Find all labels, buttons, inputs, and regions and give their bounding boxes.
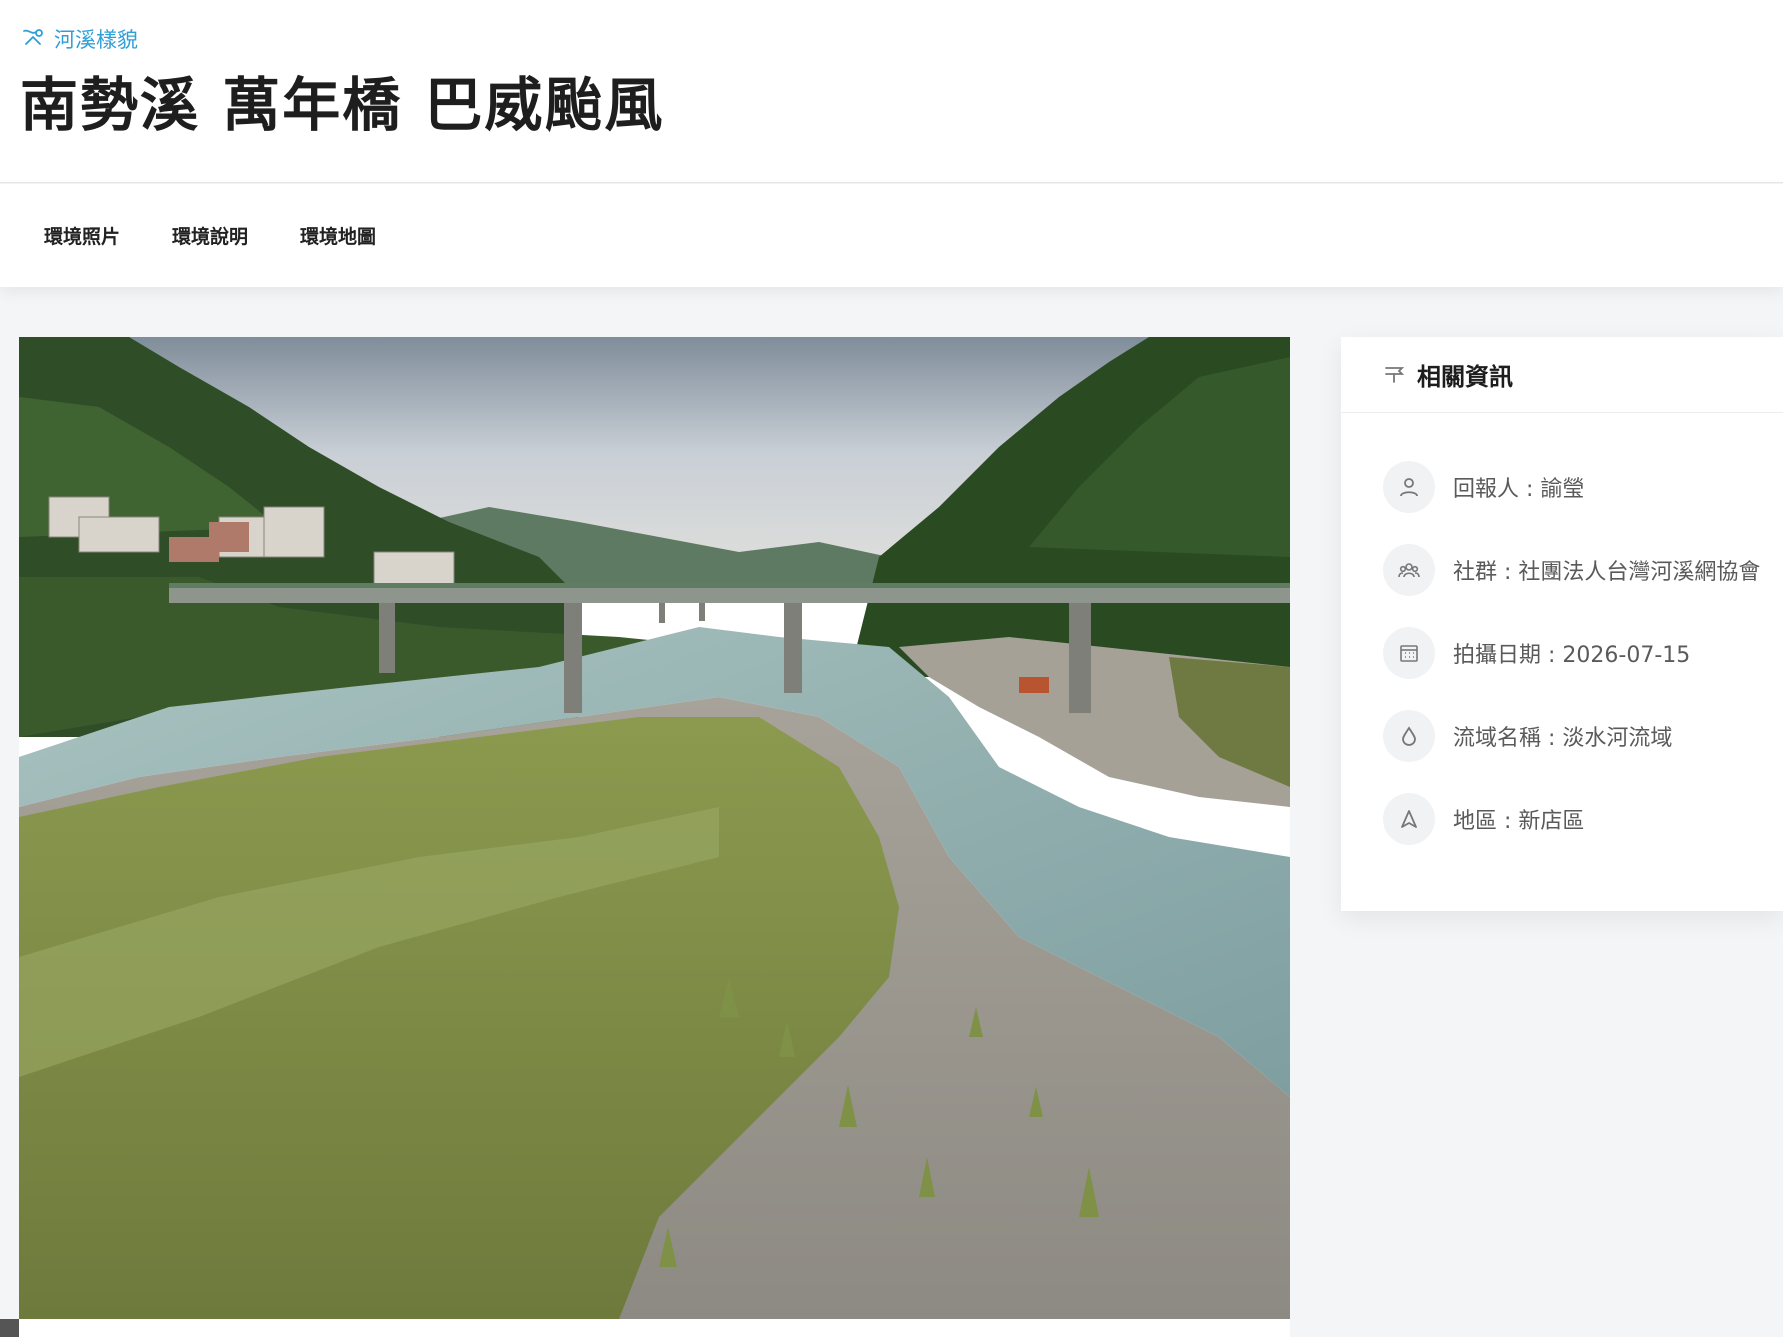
info-item-community: 社群 : 社團法人台灣河溪網協會 [1383, 528, 1783, 611]
related-info-card: 相關資訊 回報人 : 諭瑩 社群: 社團法人台灣河溪網協會 拍攝日期: 20… [1341, 337, 1783, 911]
info-card-header: 相關資訊 [1341, 337, 1783, 413]
info-item-text: 社群 : 社團法人台灣河溪網協會 [1453, 559, 1761, 585]
signpost-icon [1383, 362, 1405, 388]
info-card-title: 相關資訊 [1417, 363, 1513, 391]
scroll-indicator [0, 1319, 19, 1337]
breadcrumb-label[interactable]: 河溪樣貌 [54, 24, 138, 54]
environment-photo-card [19, 337, 1290, 1337]
info-item-region: 地區 : 新店區 [1383, 777, 1783, 860]
calendar-icon [1383, 626, 1435, 679]
page-header: 河溪樣貌 南勢溪 萬年橋 巴威颱風 [0, 0, 1783, 183]
breadcrumb[interactable]: 河溪樣貌 [22, 24, 138, 54]
info-item-basin: 流域名稱 : 淡水河流域 [1383, 694, 1783, 777]
tab-map[interactable]: 環境地圖 [300, 222, 376, 249]
region-icon [1383, 792, 1435, 845]
photo-caption-bar [19, 1319, 1290, 1337]
group-icon [1383, 543, 1435, 596]
person-icon [1383, 460, 1435, 513]
tab-description[interactable]: 環境說明 [172, 222, 248, 249]
info-item-reporter: 回報人 : 諭瑩 [1383, 445, 1783, 528]
info-item-text: 流域名稱 : 淡水河流域 [1453, 725, 1673, 751]
environment-photo[interactable] [19, 337, 1290, 1319]
tab-photos[interactable]: 環境照片 [44, 222, 120, 249]
tab-bar: 環境照片 環境說明 環境地圖 [0, 184, 1783, 287]
info-item-text: 拍攝日期 : 2026-07-15 [1453, 642, 1691, 668]
page-title: 南勢溪 萬年橋 巴威颱風 [20, 71, 665, 139]
info-item-text: 回報人 : 諭瑩 [1453, 476, 1585, 502]
info-item-date: 拍攝日期 : 2026-07-15 [1383, 611, 1783, 694]
info-item-text: 地區 : 新店區 [1453, 808, 1585, 834]
river-icon [22, 27, 46, 52]
info-list: 回報人 : 諭瑩 社群 : 社團法人台灣河溪網協會 拍攝日期: 2026-07… [1341, 413, 1783, 860]
water-drop-icon [1383, 709, 1435, 762]
